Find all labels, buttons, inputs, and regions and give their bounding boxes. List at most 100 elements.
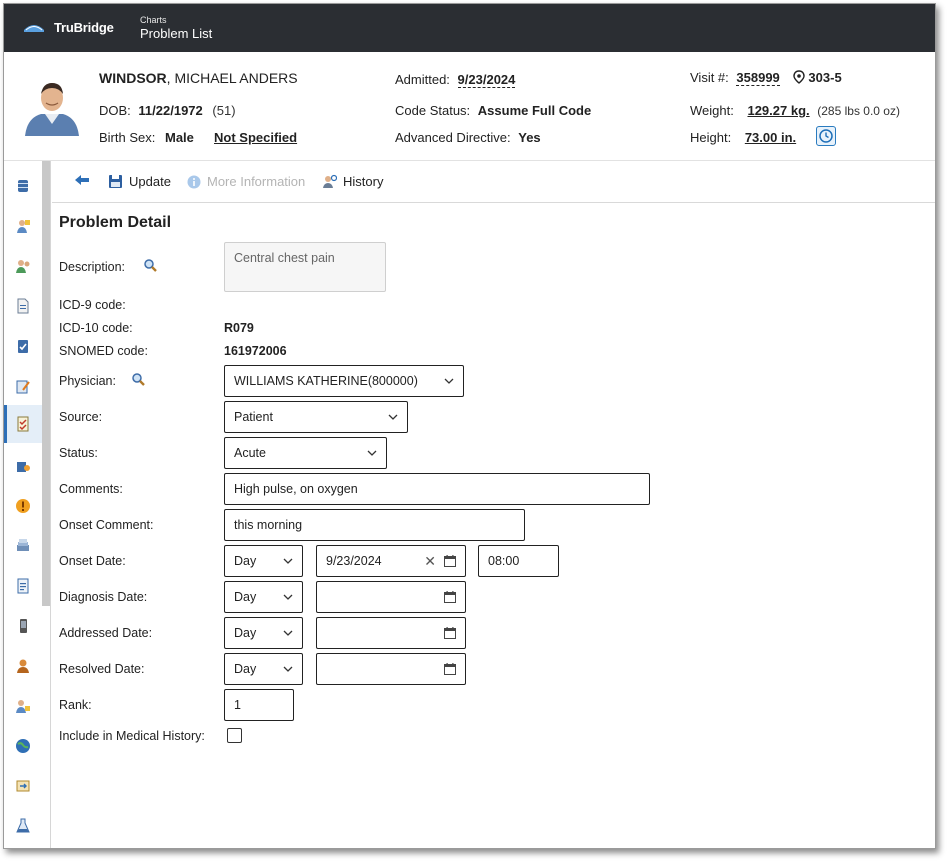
onset-time-input[interactable]: 08:00 bbox=[478, 545, 559, 577]
diagnosis-date-input[interactable] bbox=[316, 581, 466, 613]
info-icon bbox=[187, 175, 201, 188]
onset-comment-input[interactable]: this morning bbox=[224, 509, 525, 541]
device-icon bbox=[20, 619, 27, 633]
rank-label: Rank: bbox=[59, 698, 92, 712]
chevron-down-icon bbox=[444, 378, 454, 384]
history-button[interactable]: History bbox=[322, 174, 383, 189]
snomed-value: 161972006 bbox=[224, 344, 287, 358]
include-history-checkbox[interactable] bbox=[227, 728, 242, 743]
history-icon bbox=[323, 174, 337, 188]
visit-number[interactable]: 358999 bbox=[736, 70, 780, 86]
status-label: Status: bbox=[59, 446, 98, 460]
sidebar-item-providers[interactable] bbox=[4, 247, 42, 285]
location-pin-icon bbox=[793, 70, 806, 84]
action-toolbar: Update More Information History bbox=[52, 161, 935, 203]
calendar-icon[interactable] bbox=[444, 627, 456, 639]
medication-icon bbox=[17, 462, 30, 472]
weight-value[interactable]: 129.27 kg. bbox=[747, 103, 809, 118]
description-search-icon[interactable] bbox=[143, 258, 158, 273]
onset-comment-label: Onset Comment: bbox=[59, 518, 154, 532]
sidebar-scrollbar[interactable] bbox=[42, 161, 50, 606]
flask-icon bbox=[16, 818, 30, 833]
chevron-down-icon bbox=[283, 630, 293, 636]
vitals-history-button[interactable] bbox=[816, 126, 836, 146]
addressed-date-input[interactable] bbox=[316, 617, 466, 649]
include-history-label: Include in Medical History: bbox=[59, 729, 205, 743]
resolved-date-label: Resolved Date: bbox=[59, 662, 145, 676]
icd10-value: R079 bbox=[224, 321, 254, 335]
comments-input[interactable]: High pulse, on oxygen bbox=[224, 473, 650, 505]
clock-icon bbox=[819, 129, 833, 143]
sidebar-item-alerts[interactable] bbox=[4, 487, 42, 525]
resolved-date-input[interactable] bbox=[316, 653, 466, 685]
globe-icon bbox=[16, 739, 30, 753]
checklist-icon bbox=[17, 416, 29, 432]
report-icon bbox=[17, 578, 29, 594]
calendar-icon[interactable] bbox=[444, 555, 456, 567]
patient-banner: WINDSOR, MICHAEL ANDERS DOB: 11/22/1972 … bbox=[4, 52, 935, 161]
trubridge-logo-icon bbox=[24, 25, 44, 32]
sidebar-item-records[interactable] bbox=[4, 527, 42, 565]
sidebar-item-documents[interactable] bbox=[4, 287, 42, 325]
height-value[interactable]: 73.00 in. bbox=[745, 130, 796, 145]
sidebar-item-globe[interactable] bbox=[4, 727, 42, 765]
clear-date-icon[interactable]: ✕ bbox=[424, 553, 436, 570]
clinician-icon bbox=[17, 220, 30, 233]
top-bar: TruBridge Charts Problem List bbox=[4, 4, 935, 52]
records-stack-icon bbox=[17, 539, 29, 551]
chart-sidebar bbox=[4, 161, 51, 848]
diagnosis-date-label: Diagnosis Date: bbox=[59, 590, 148, 604]
care-team-icon bbox=[16, 700, 30, 713]
chevron-down-icon bbox=[283, 594, 293, 600]
weight-row: Weight: 129.27 kg. (285 lbs 0.0 oz) bbox=[690, 103, 900, 118]
source-select[interactable]: Patient bbox=[224, 401, 408, 433]
back-button[interactable] bbox=[74, 174, 90, 186]
app-window: TruBridge Charts Problem List WINDSOR, M… bbox=[3, 3, 936, 849]
edit-chart-icon bbox=[16, 380, 30, 394]
transfer-icon bbox=[16, 780, 30, 792]
chevron-down-icon bbox=[283, 666, 293, 672]
birth-sex-row: Birth Sex: Male bbox=[99, 130, 194, 145]
chevron-down-icon bbox=[388, 414, 398, 420]
sidebar-item-care-team[interactable] bbox=[4, 687, 42, 725]
onset-precision-select[interactable]: Day bbox=[224, 545, 303, 577]
chevron-down-icon bbox=[367, 450, 377, 456]
icd9-label: ICD-9 code: bbox=[59, 298, 126, 312]
sidebar-item-patient[interactable] bbox=[4, 647, 42, 685]
status-select[interactable]: Acute bbox=[224, 437, 387, 469]
sidebar-item-devices[interactable] bbox=[4, 607, 42, 645]
sidebar-item-transfer[interactable] bbox=[4, 767, 42, 805]
sidebar-item-medications[interactable] bbox=[4, 447, 42, 485]
sidebar-item-assessments[interactable] bbox=[4, 367, 42, 405]
sidebar-item-orders[interactable] bbox=[4, 327, 42, 365]
clipboard-check-icon bbox=[18, 340, 28, 353]
description-field[interactable]: Central chest pain bbox=[224, 242, 386, 292]
rank-input[interactable]: 1 bbox=[224, 689, 294, 721]
sidebar-item-problem-list[interactable] bbox=[4, 405, 42, 443]
update-button[interactable]: Update bbox=[108, 174, 171, 189]
admitted-date[interactable]: 9/23/2024 bbox=[457, 72, 516, 88]
brand-name: TruBridge bbox=[54, 20, 114, 35]
sidebar-item-nurse[interactable] bbox=[4, 207, 42, 245]
snomed-label: SNOMED code: bbox=[59, 344, 148, 358]
providers-icon bbox=[16, 260, 30, 273]
comments-label: Comments: bbox=[59, 482, 123, 496]
calendar-icon[interactable] bbox=[444, 591, 456, 603]
onset-date-input[interactable]: 9/23/2024 ✕ bbox=[316, 545, 466, 577]
physician-select[interactable]: WILLIAMS KATHERINE(800000) bbox=[224, 365, 464, 397]
calendar-icon[interactable] bbox=[444, 663, 456, 675]
physician-search-icon[interactable] bbox=[131, 372, 146, 387]
section-title: Problem Detail bbox=[59, 214, 172, 231]
sidebar-item-lab[interactable] bbox=[4, 807, 42, 845]
breadcrumb-parent[interactable]: Charts bbox=[140, 15, 167, 25]
sidebar-item-database[interactable] bbox=[4, 167, 42, 205]
room-number: 303-5 bbox=[808, 70, 842, 85]
document-icon bbox=[17, 298, 29, 314]
visit-row: Visit #: 358999 303-5 bbox=[690, 70, 842, 86]
sidebar-item-reports[interactable] bbox=[4, 567, 42, 605]
gender-identity-link[interactable]: Not Specified bbox=[214, 130, 297, 145]
addressed-precision-select[interactable]: Day bbox=[224, 617, 303, 649]
diagnosis-precision-select[interactable]: Day bbox=[224, 581, 303, 613]
resolved-precision-select[interactable]: Day bbox=[224, 653, 303, 685]
more-information-button[interactable]: More Information bbox=[187, 174, 305, 189]
